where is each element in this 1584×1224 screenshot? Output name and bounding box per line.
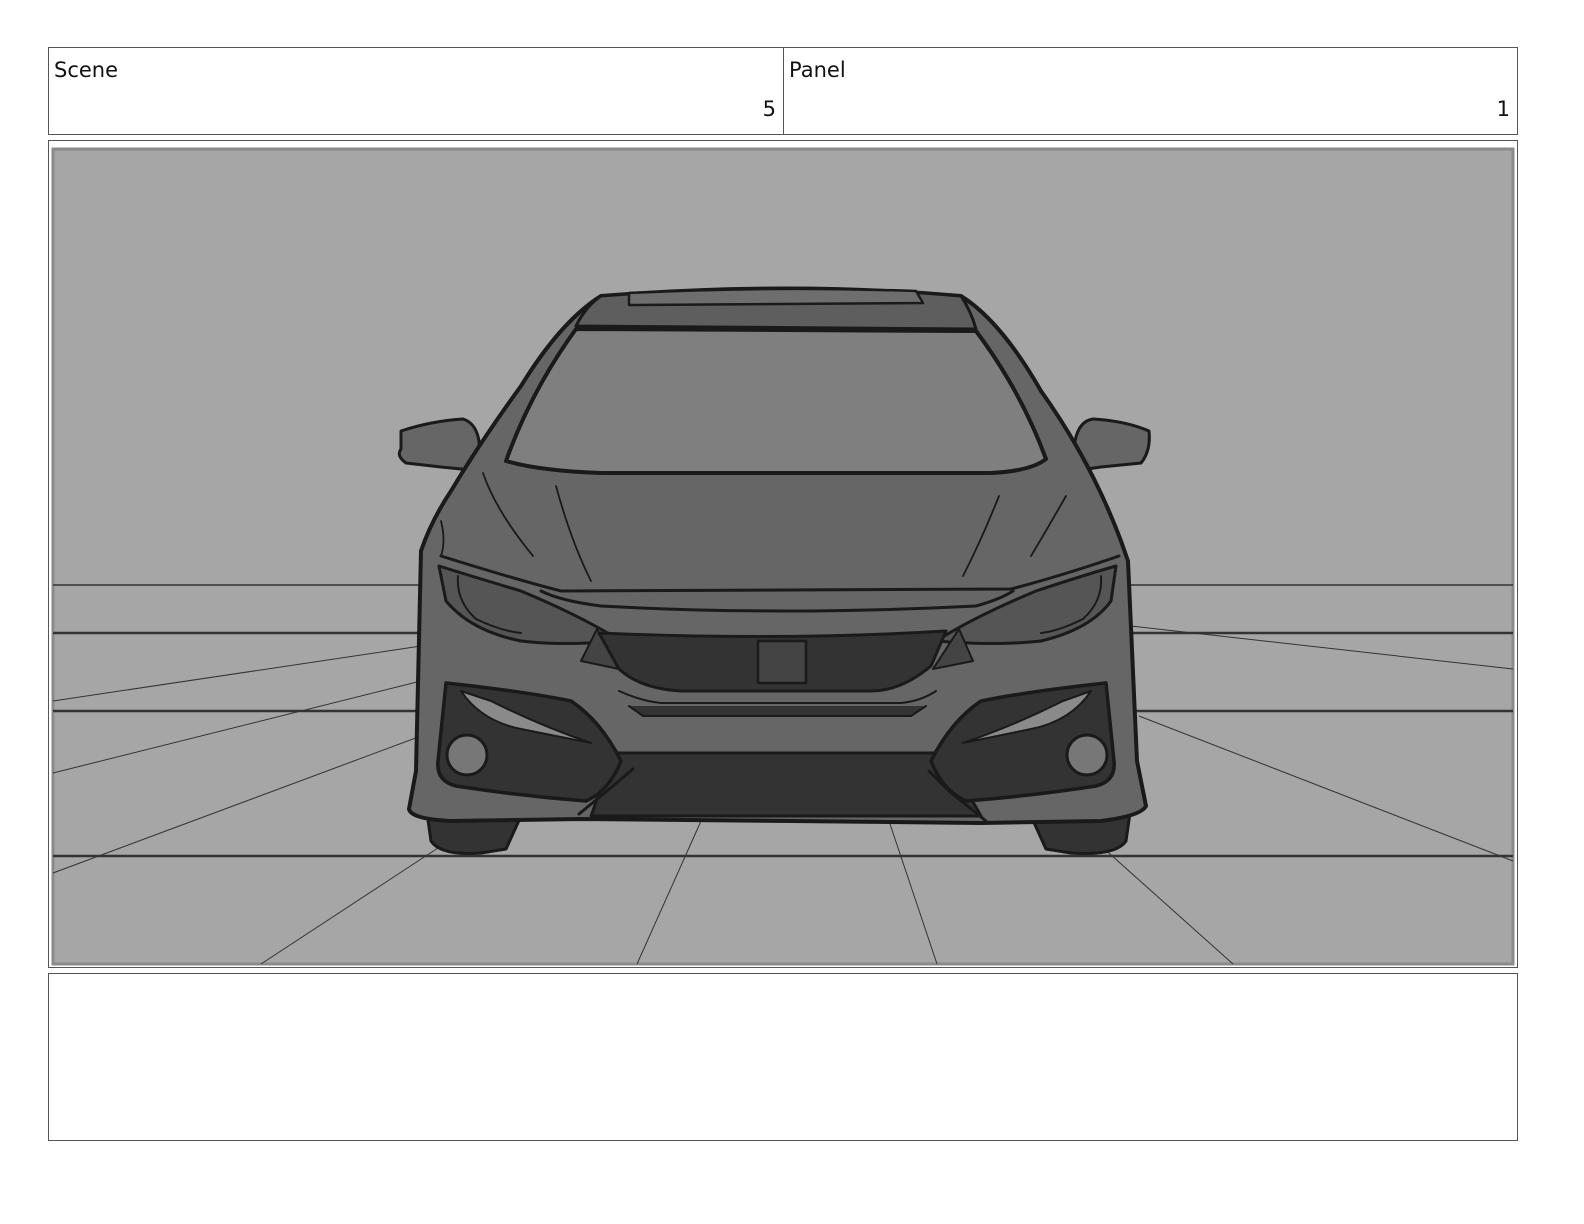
action-notes-box (48, 973, 1518, 1141)
scene-label: Scene (54, 58, 119, 82)
panel-header: Scene 5 Panel 1 (48, 47, 1518, 135)
scene-cell: Scene 5 (49, 48, 784, 134)
storyboard-frame (48, 140, 1518, 968)
panel-cell: Panel 1 (784, 48, 1517, 134)
car-front-illustration (51, 147, 1515, 966)
scene-number: 5 (762, 97, 776, 121)
panel-label: Panel (789, 58, 846, 82)
panel-number: 1 (1496, 97, 1510, 121)
